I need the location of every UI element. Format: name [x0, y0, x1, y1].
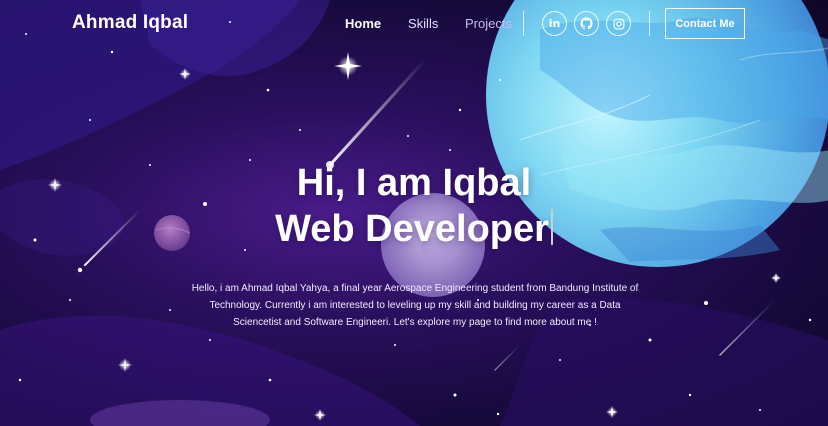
nav-divider	[523, 11, 524, 36]
linkedin-icon: in	[548, 17, 561, 30]
contact-me-button[interactable]: Contact Me	[665, 8, 745, 39]
nav-link-projects[interactable]: Projects	[465, 16, 512, 31]
linkedin-button[interactable]: in	[542, 11, 567, 36]
nav-link-home[interactable]: Home	[345, 16, 381, 31]
brand-logo[interactable]: Ahmad Iqbal	[72, 12, 188, 34]
hero-role-text: Web Developer	[275, 208, 549, 250]
nav-divider	[649, 11, 650, 36]
hero-section: Hi, I am Iqbal Web Developer	[0, 160, 828, 252]
hero-greeting-text: Hi, I am Iqbal	[296, 162, 532, 204]
instagram-icon	[613, 18, 624, 29]
nav-link-skills[interactable]: Skills	[408, 16, 438, 31]
hero-intro-paragraph: Hello, i am Ahmad Iqbal Yahya, a final y…	[191, 283, 639, 328]
github-icon	[580, 17, 593, 30]
hero-role: Web Developer	[0, 206, 828, 252]
top-navbar: Ahmad Iqbal Home Skills Projects in Cont…	[0, 0, 828, 48]
hero-greeting: Hi, I am Iqbal	[0, 160, 828, 206]
typing-caret	[550, 209, 553, 245]
github-button[interactable]	[574, 11, 599, 36]
instagram-button[interactable]	[606, 11, 631, 36]
